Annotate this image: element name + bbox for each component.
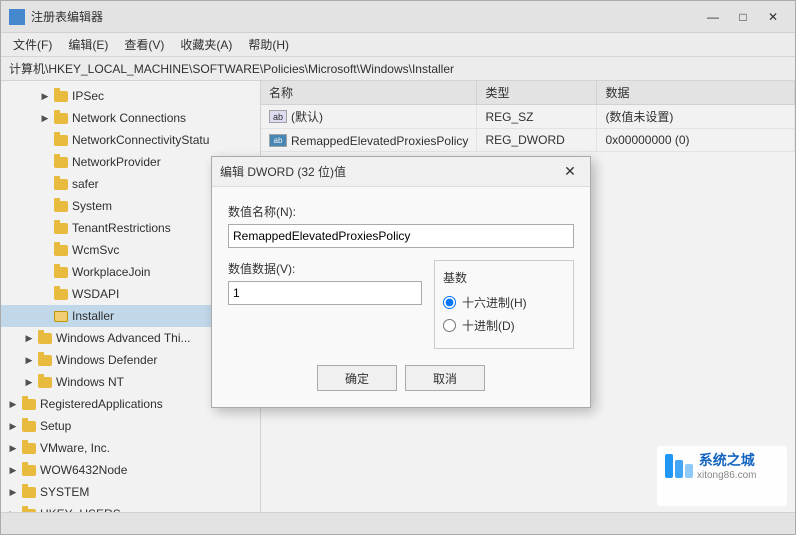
cancel-button[interactable]: 取消 xyxy=(405,365,485,391)
dec-label: 十进制(D) xyxy=(462,317,515,334)
value-base-row: 数值数据(V): 基数 十六进制(H) 十进制(D) xyxy=(228,260,574,349)
dialog-body: 数值名称(N): 数值数据(V): 基数 十六进制(H) xyxy=(212,187,590,407)
watermark-title: 系统之城 xyxy=(697,450,756,470)
edit-dword-dialog: 编辑 DWORD (32 位)值 ✕ 数值名称(N): 数值数据(V): 基数 xyxy=(211,156,591,408)
name-input[interactable] xyxy=(228,224,574,248)
hex-label: 十六进制(H) xyxy=(462,294,527,311)
watermark-subtitle: xitong86.com xyxy=(697,470,756,481)
data-label: 数值数据(V): xyxy=(228,260,422,277)
main-window: 注册表编辑器 — □ ✕ 文件(F) 编辑(E) 查看(V) 收藏夹(A) 帮助… xyxy=(0,0,796,535)
ok-button[interactable]: 确定 xyxy=(317,365,397,391)
hex-radio-label[interactable]: 十六进制(H) xyxy=(443,294,565,311)
hex-radio[interactable] xyxy=(443,296,456,309)
value-section: 数值数据(V): xyxy=(228,260,422,349)
dialog-buttons: 确定 取消 xyxy=(228,361,574,391)
base-section: 基数 十六进制(H) 十进制(D) xyxy=(434,260,574,349)
dec-radio[interactable] xyxy=(443,319,456,332)
data-input[interactable] xyxy=(228,281,422,305)
watermark: 系统之城 xitong86.com xyxy=(657,446,787,506)
base-title: 基数 xyxy=(443,269,565,286)
dialog-title-text: 编辑 DWORD (32 位)值 xyxy=(220,163,558,180)
name-label: 数值名称(N): xyxy=(228,203,574,220)
dec-radio-label[interactable]: 十进制(D) xyxy=(443,317,565,334)
dialog-title-bar: 编辑 DWORD (32 位)值 ✕ xyxy=(212,157,590,187)
dialog-close-button[interactable]: ✕ xyxy=(558,162,582,182)
